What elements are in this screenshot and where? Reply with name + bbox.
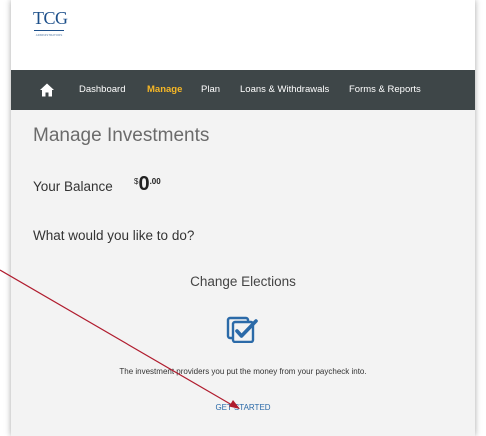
page-title: Manage Investments: [33, 125, 210, 146]
app-window: TCG ADMINISTRATORS Dashboard Manage Plan…: [11, 0, 475, 436]
nav-item-manage[interactable]: Manage: [147, 83, 182, 97]
action-question: What would you like to do?: [33, 228, 195, 243]
change-elections-title: Change Elections: [190, 274, 296, 289]
main-navbar: Dashboard Manage Plan Loans & Withdrawal…: [11, 70, 475, 110]
logo-underline: [34, 30, 64, 31]
change-elections-description: The investment providers you put the mon…: [119, 367, 367, 376]
nav-item-loans-withdrawals[interactable]: Loans & Withdrawals: [240, 83, 329, 97]
balance-value: $0.00: [134, 174, 161, 195]
nav-item-plan[interactable]: Plan: [201, 83, 220, 97]
nav-item-dashboard[interactable]: Dashboard: [79, 83, 125, 97]
logo-subtext: ADMINISTRATORS: [35, 33, 63, 37]
balance-label: Your Balance: [33, 179, 113, 194]
balance-cents: .00: [149, 177, 161, 186]
get-started-link[interactable]: GET STARTED: [11, 403, 475, 412]
logo-text: TCG: [33, 8, 68, 28]
home-icon[interactable]: [39, 82, 55, 98]
balance-currency: $: [134, 177, 139, 186]
checkbox-edit-icon[interactable]: [226, 313, 260, 344]
nav-item-forms-reports[interactable]: Forms & Reports: [349, 83, 421, 97]
tcg-logo[interactable]: TCG ADMINISTRATORS: [33, 8, 68, 42]
balance-whole: 0: [138, 173, 150, 195]
header-logo-bar: TCG ADMINISTRATORS: [11, 0, 475, 70]
main-content: Manage Investments Your Balance $0.00 Wh…: [11, 110, 475, 436]
